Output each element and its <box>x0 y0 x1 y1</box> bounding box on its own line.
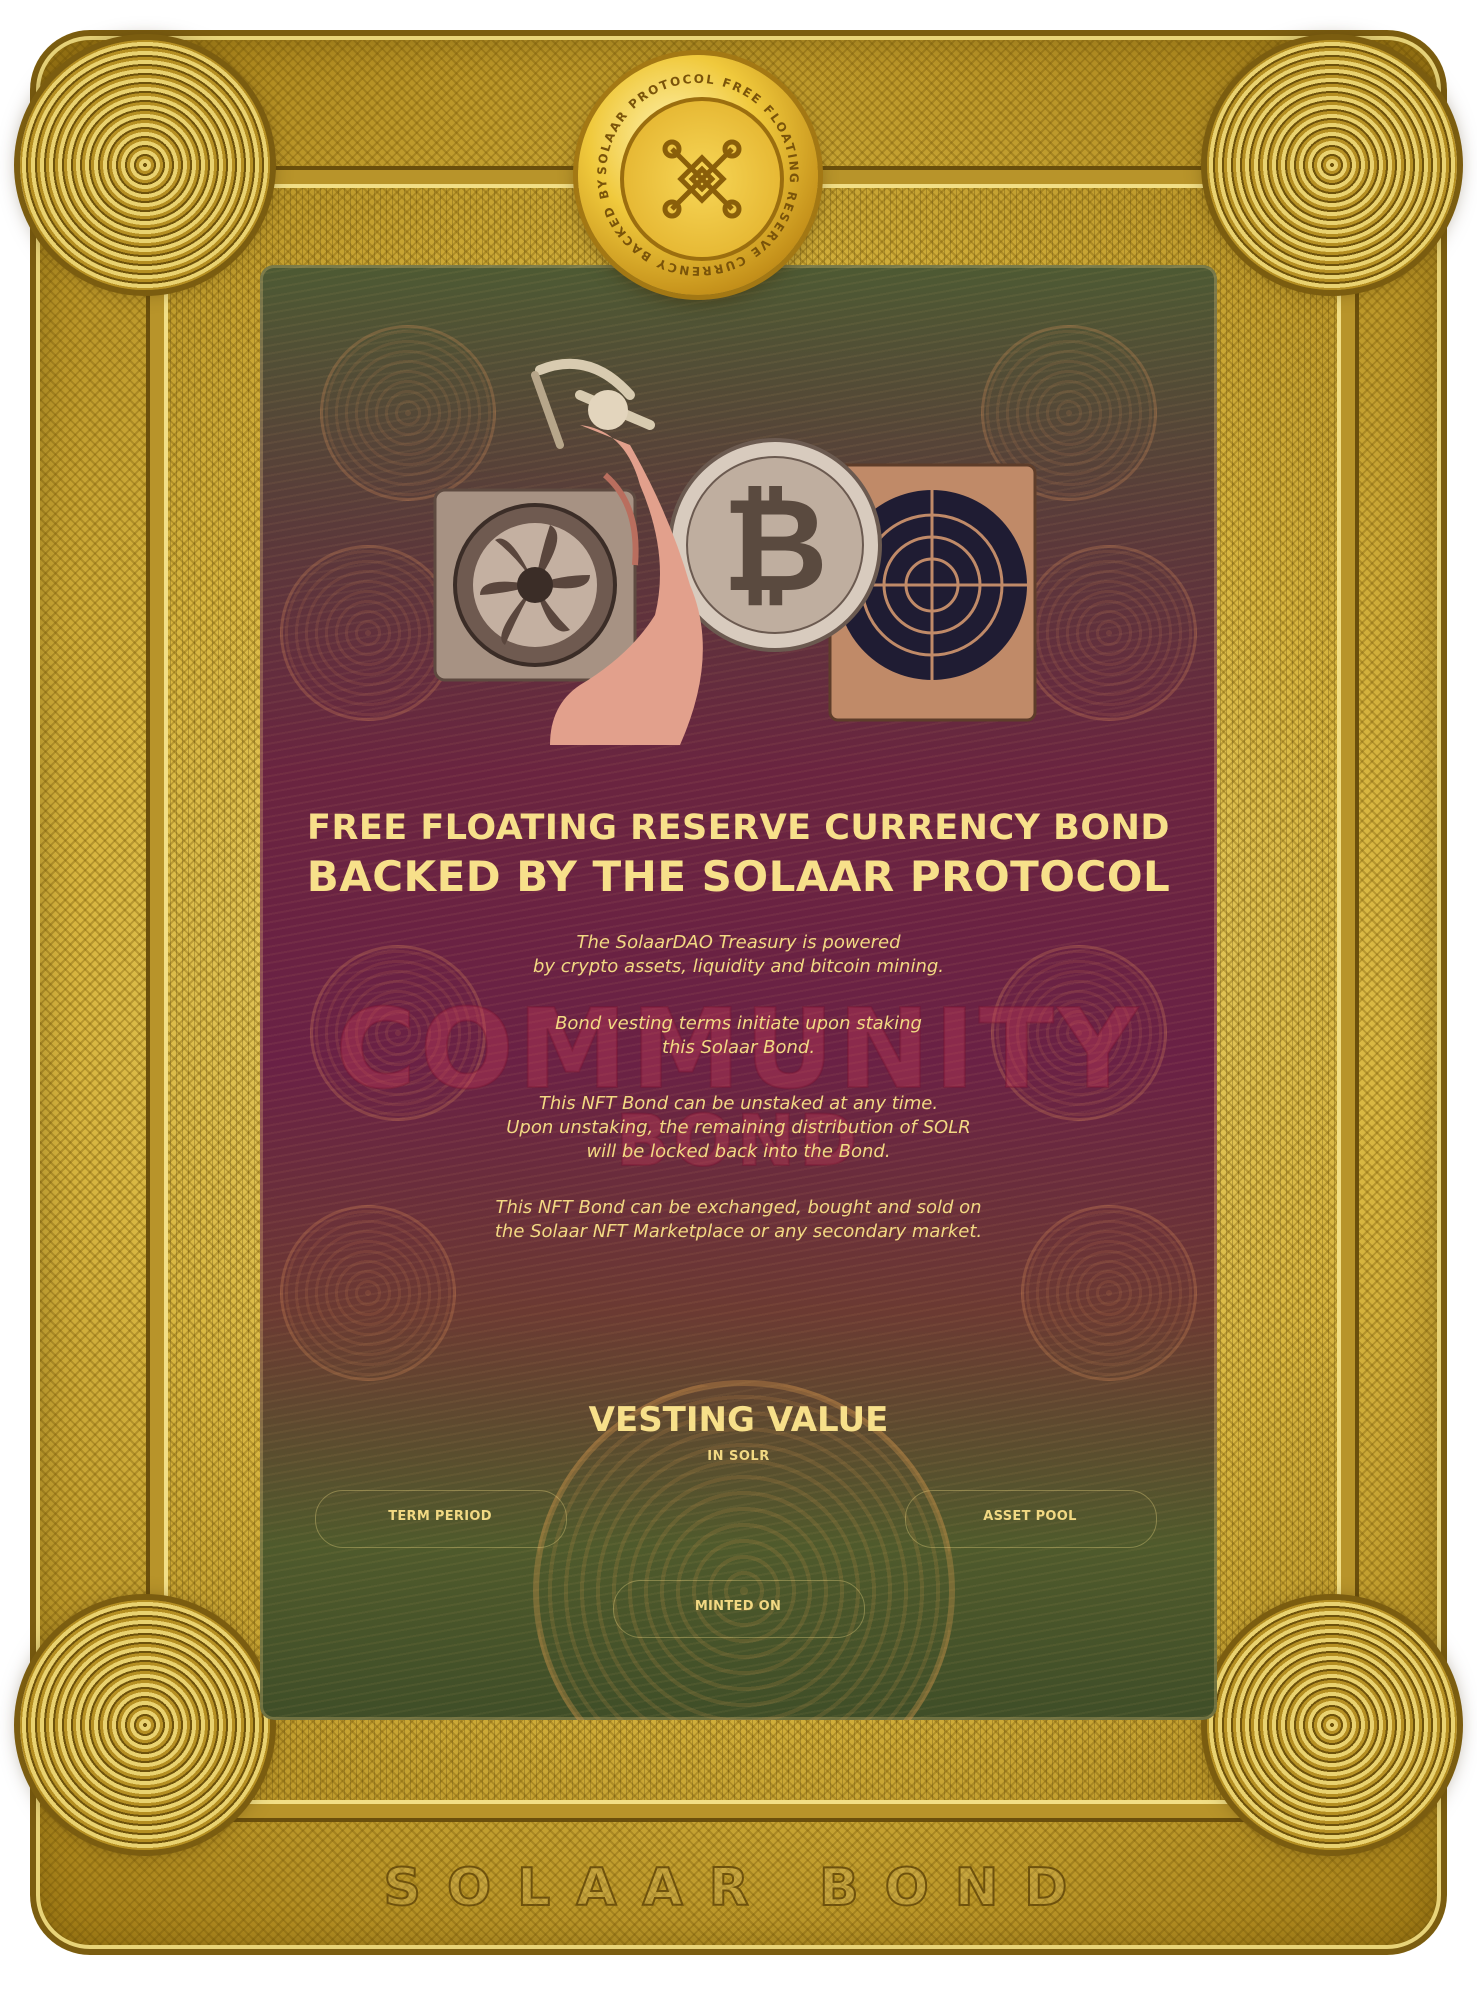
gold-coin-medallion: SOLAAR PROTOCOL FREE FLOATING RESERVE CU… <box>578 55 818 295</box>
vesting-unit-label: IN SOLR <box>707 1449 770 1464</box>
paragraph-line: will be locked back into the Bond. <box>586 1141 891 1162</box>
paragraph-line: by crypto assets, liquidity and bitcoin … <box>532 956 944 977</box>
corner-rosette-bottom-left <box>20 1600 270 1850</box>
vesting-value-heading: VESTING VALUE <box>588 1400 889 1440</box>
svg-text:₿: ₿ <box>722 469 828 621</box>
paragraph-line: Upon unstaking, the remaining distributi… <box>506 1117 971 1138</box>
corner-rosette-bottom-right <box>1207 1600 1457 1850</box>
asset-pool-label: ASSET POOL <box>983 1509 1077 1524</box>
bond-subtitle: BACKED BY THE SOLAAR PROTOCOL <box>306 852 1171 901</box>
watermark-emblem <box>1021 545 1197 721</box>
gpu-fan-icon <box>433 488 637 682</box>
marketplace-paragraph: This NFT Bond can be exchanged, bought a… <box>260 1196 1217 1244</box>
corner-rosette-top-left <box>20 40 270 290</box>
solaar-bond-footer: SOLAAR BOND <box>383 1857 1094 1919</box>
paragraph-line: the Solaar NFT Marketplace or any second… <box>494 1221 983 1242</box>
unstaking-paragraph: This NFT Bond can be unstaked at any tim… <box>260 1092 1217 1164</box>
paragraph-line: this Solaar Bond. <box>661 1037 816 1058</box>
corner-rosette-top-right <box>1207 40 1457 290</box>
paragraph-line: Bond vesting terms initiate upon staking <box>555 1013 922 1034</box>
term-period-label: TERM PERIOD <box>388 1509 492 1524</box>
treasury-paragraph: The SolaarDAO Treasury is powered by cry… <box>260 931 1217 979</box>
vesting-terms-paragraph: Bond vesting terms initiate upon staking… <box>260 1012 1217 1060</box>
celtic-knot-logo-icon <box>662 139 742 219</box>
paragraph-line: This NFT Bond can be exchanged, bought a… <box>495 1197 982 1218</box>
bitcoin-coin-icon: ₿ <box>668 438 882 652</box>
medallion-center <box>620 97 784 261</box>
paragraph-line: This NFT Bond can be unstaked at any tim… <box>538 1093 939 1114</box>
bond-title: FREE FLOATING RESERVE CURRENCY BOND <box>307 808 1170 848</box>
minted-on-label: MINTED ON <box>694 1599 782 1614</box>
bond-certificate: COMMUNITY BOND SOLAAR PROTOCOL FREE FLOA… <box>0 0 1477 2000</box>
mining-artwork: ₿ <box>433 358 1037 745</box>
paragraph-line: The SolaarDAO Treasury is powered <box>576 932 901 953</box>
